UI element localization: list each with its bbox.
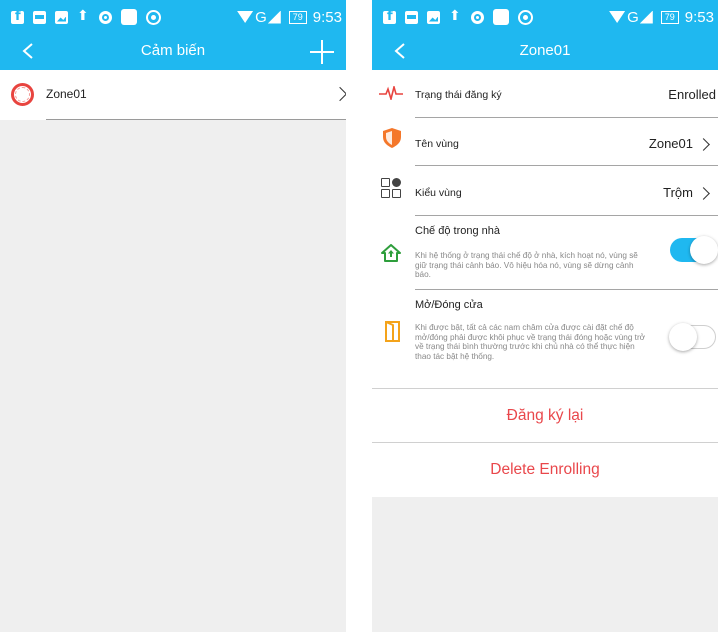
network-type: G xyxy=(255,8,267,26)
signal-icon xyxy=(639,10,653,24)
eye-icon xyxy=(518,9,533,25)
shield-icon xyxy=(383,128,401,148)
zalo-icon xyxy=(405,10,418,24)
status-bar: G 79 9:53 xyxy=(372,0,718,34)
enroll-status-row: Trạng thái đăng ký Enrolled xyxy=(372,70,718,118)
door-mode-description: Khi được bật, tất cả các nam châm cửa đư… xyxy=(415,323,646,361)
door-icon xyxy=(385,321,400,342)
back-icon[interactable] xyxy=(393,43,407,59)
title-bar: Zone01 xyxy=(372,34,718,70)
door-mode-title: Mở/Đóng cửa xyxy=(415,299,483,311)
chevron-right-icon xyxy=(697,187,710,200)
page-title: Cảm biến xyxy=(140,42,206,59)
zone-settings: Trạng thái đăng ký Enrolled Tên vùng Zon… xyxy=(372,70,718,497)
zone-detail-screen: G 79 9:53 Zone01 Trạng thái đăng ký Enro… xyxy=(372,0,718,632)
ring-icon xyxy=(471,10,484,24)
ring-icon xyxy=(99,10,112,24)
sensor-list-screen: G 79 9:53 Cảm biến Zone01 xyxy=(0,0,346,632)
sensor-list-item[interactable]: Zone01 xyxy=(0,70,346,120)
divider xyxy=(46,119,346,120)
sensor-name: Zone01 xyxy=(46,87,87,101)
zone-type-label: Kiểu vùng xyxy=(415,187,462,199)
door-mode-toggle[interactable] xyxy=(669,323,716,351)
status-bar: G 79 9:53 xyxy=(0,0,346,34)
clock: 9:53 xyxy=(312,8,342,26)
app-icon xyxy=(121,9,137,25)
chevron-right-icon xyxy=(332,86,346,102)
facebook-icon xyxy=(11,9,24,24)
home-mode-title: Chế độ trong nhà xyxy=(415,225,501,237)
gallery-icon xyxy=(55,10,68,24)
home-mode-description: Khi hệ thống ở trạng thái chế độ ở nhà, … xyxy=(415,251,638,279)
network-type: G xyxy=(627,8,639,26)
zalo-icon xyxy=(33,10,46,24)
enroll-status-label: Trạng thái đăng ký xyxy=(415,89,502,101)
title-bar: Cảm biến xyxy=(0,34,346,70)
signal-icon xyxy=(267,10,281,24)
back-icon[interactable] xyxy=(21,43,35,59)
wifi-icon xyxy=(237,11,254,23)
upload-icon xyxy=(449,8,462,24)
ring-sensor-icon xyxy=(11,83,34,106)
re-enroll-button[interactable]: Đăng ký lại xyxy=(372,389,718,443)
zone-name-label: Tên vùng xyxy=(415,138,459,150)
pulse-icon xyxy=(379,86,403,100)
chevron-right-icon xyxy=(697,138,710,151)
facebook-icon xyxy=(383,9,396,24)
page-title: Zone01 xyxy=(519,42,571,59)
home-mode-row: Chế độ trong nhà Khi hệ thống ở trạng th… xyxy=(372,216,718,290)
door-mode-row: Mở/Đóng cửa Khi được bật, tất cả các nam… xyxy=(372,290,718,388)
home-mode-toggle[interactable] xyxy=(670,236,718,264)
gallery-icon xyxy=(427,10,440,24)
enroll-status-value: Enrolled xyxy=(668,87,716,102)
wifi-icon xyxy=(609,11,626,23)
battery-level: 79 xyxy=(660,10,679,24)
battery-level: 79 xyxy=(288,10,307,24)
zone-type-row[interactable]: Kiểu vùng Trộm xyxy=(372,166,718,216)
upload-icon xyxy=(77,8,90,24)
add-sensor-icon[interactable] xyxy=(310,40,334,64)
app-icon xyxy=(493,9,509,25)
home-icon xyxy=(381,244,401,262)
zone-name-value: Zone01 xyxy=(648,136,693,151)
delete-enrolling-button[interactable]: Delete Enrolling xyxy=(372,443,718,497)
eye-icon xyxy=(146,9,161,25)
zone-type-icon xyxy=(381,178,403,200)
clock: 9:53 xyxy=(684,8,714,26)
zone-name-row[interactable]: Tên vùng Zone01 xyxy=(372,118,718,166)
zone-type-value: Trộm xyxy=(663,185,693,200)
